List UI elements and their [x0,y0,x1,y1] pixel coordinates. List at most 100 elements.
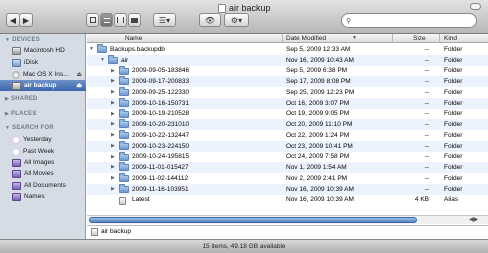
column-header-name[interactable]: Name [125,35,142,42]
cover-flow-button[interactable] [128,13,141,27]
disclosure-triangle-icon[interactable]: ▶ [111,164,115,170]
sidebar-item-yesterday[interactable]: Yesterday [0,134,86,145]
list-view-button[interactable] [100,13,113,27]
table-row[interactable]: ▼ Backups.backupdb Sep 5, 2009 12:33 AM -- F… [87,44,488,55]
section-label: DEVICES [12,37,40,43]
smart-folder-icon [12,169,21,178]
column-divider[interactable] [282,34,283,43]
search-field[interactable]: ⚲ [341,13,477,28]
disclosure-triangle-icon[interactable]: ▶ [111,89,115,95]
icon-view-button[interactable] [86,13,99,27]
file-kind: Folder [444,142,463,150]
file-kind: Folder [444,78,463,86]
scroll-arrows-icon[interactable]: ◀▶ [469,216,478,223]
disclosure-triangle-icon[interactable]: ▶ [111,78,115,84]
path-bar-item[interactable]: air backup [101,228,131,235]
disclosure-triangle-icon[interactable]: ▶ [111,111,115,117]
file-kind: Folder [444,174,463,182]
table-row[interactable]: ▶ 2009-10-20-231010 Oct 20, 2009 11:10 PM -… [87,119,488,130]
sidebar-section-places[interactable]: ▶ PLACES [5,111,37,117]
sidebar-section-devices[interactable]: ▼ DEVICES [5,37,40,43]
sidebar-item-air-backup[interactable]: air backup ⏏ [0,80,86,91]
column-header-date-modified[interactable]: Date Modified [286,35,326,42]
external-drive-icon [91,227,98,236]
column-header-size[interactable]: Size [413,35,426,42]
table-row[interactable]: ▶ 2009-10-16-150731 Oct 16, 2009 3:07 PM --… [87,97,488,109]
file-list: ▼ Backups.backupdb Sep 5, 2009 12:33 AM -- F… [87,44,488,207]
horizontal-scrollbar[interactable]: ◀▶ [87,215,488,224]
eject-icon[interactable]: ⏏ [76,71,82,78]
disclosure-triangle-icon[interactable]: ▶ [111,154,115,160]
disclosure-triangle-icon[interactable]: ▶ [111,100,115,106]
sidebar-item-all-images[interactable]: All Images [0,157,86,168]
table-row[interactable]: ▶ 2009-09-05-183846 Sep 5, 2009 6:38 PM -- F… [87,65,488,77]
smart-folder-icon [12,181,21,190]
section-label: SEARCH FOR [12,125,54,131]
folder-icon [119,130,129,139]
sidebar-item-idisk[interactable]: iDisk [0,57,86,68]
search-input[interactable] [354,17,465,24]
disclosure-triangle-icon[interactable]: ▶ [111,132,115,138]
folder-icon [119,87,129,96]
column-divider[interactable] [439,34,440,43]
file-name: 2009-10-22-132447 [132,131,190,139]
sidebar-item-mac-os-x-install[interactable]: Mac OS X Ins... ⏏ [0,69,86,80]
sidebar-item-names[interactable]: Names [0,191,86,202]
column-view-button[interactable] [114,13,127,27]
table-row[interactable]: ▶ 2009-09-25-122330 Sep 25, 2009 12:23 PM -… [87,87,488,98]
disclosure-triangle-icon[interactable]: ▶ [111,68,115,74]
table-row[interactable]: ▶ 2009-09-17-200833 Sep 17, 2009 8:08 PM --… [87,76,488,87]
action-button[interactable]: ⚙▾ [224,13,249,27]
file-size: -- [424,131,429,139]
back-button[interactable]: ◀ [6,13,20,27]
status-text: 15 items, 49.18 GB available [202,243,286,250]
table-row[interactable]: ▶ 2009-10-19-210528 Oct 19, 2009 9:05 PM --… [87,108,488,120]
disclosure-triangle-icon: ▼ [5,125,11,131]
window-title: air backup [218,3,271,13]
disclosure-triangle-icon[interactable]: ▶ [111,186,115,192]
arrange-button[interactable]: ☰▾ [153,13,176,27]
sidebar-item-label: Yesterday [23,136,52,143]
quick-look-button[interactable]: 👁 [199,13,221,27]
sidebar-item-label: Macintosh HD [24,47,65,54]
table-row[interactable]: ▶ 2009-10-22-132447 Oct 22, 2009 1:24 PM --… [87,130,488,141]
file-name: 2009-09-17-200833 [132,78,190,86]
sidebar-item-macintosh-hd[interactable]: Macintosh HD [0,45,86,56]
file-kind: Folder [444,121,463,129]
hard-drive-icon [12,46,21,55]
table-row[interactable]: ▶ 2009-10-23-224150 Oct 23, 2009 10:41 PM -… [87,140,488,152]
toolbar-toggle-button[interactable] [470,3,481,10]
file-size: -- [424,45,429,53]
file-kind: Folder [444,185,463,193]
table-row[interactable]: ▶ 2009-11-02-144112 Nov 2, 2009 2:41 PM -- F… [87,173,488,184]
file-size: -- [424,88,429,96]
sidebar-item-all-documents[interactable]: All Documents [0,180,86,191]
sidebar-item-past-week[interactable]: Past Week [0,146,86,157]
status-bar: 15 items, 49.18 GB available [0,239,488,253]
table-row[interactable]: ▼ air Nov 16, 2009 10:43 AM -- Folder [87,54,488,66]
table-row[interactable]: ▶ 2009-10-24-195815 Oct 24, 2009 7:58 PM --… [87,151,488,163]
eject-icon[interactable]: ⏏ [76,82,82,89]
folder-icon [97,44,107,53]
file-name: Backups.backupdb [110,45,165,53]
table-row[interactable]: ▶ 2009-11-01-015427 Nov 1, 2009 1:54 AM -- F… [87,162,488,173]
column-divider[interactable] [392,34,393,43]
forward-button[interactable]: ▶ [19,13,33,27]
disclosure-triangle-icon[interactable]: ▶ [111,143,115,149]
sidebar-section-search-for[interactable]: ▼ SEARCH FOR [5,125,54,131]
date-modified: Oct 19, 2009 9:05 PM [286,110,350,118]
disclosure-triangle-icon[interactable]: ▼ [89,46,94,52]
sidebar-item-all-movies[interactable]: All Movies [0,168,86,179]
table-row[interactable]: ▶ 2009-11-16-103951 Nov 16, 2009 10:39 AM -… [87,183,488,195]
date-modified: Sep 5, 2009 12:33 AM [286,45,351,53]
sidebar-section-shared[interactable]: ▶ SHARED [5,96,38,102]
scrollbar-thumb[interactable] [89,217,417,223]
clock-icon [12,135,20,144]
disclosure-triangle-icon[interactable]: ▶ [111,121,115,127]
path-bar: air backup [87,225,488,237]
file-size: -- [424,110,429,118]
disclosure-triangle-icon[interactable]: ▼ [100,57,105,63]
column-header-kind[interactable]: Kind [444,35,457,42]
table-row[interactable]: Latest Nov 16, 2009 10:39 AM 4 KB Alias [87,195,488,206]
disclosure-triangle-icon[interactable]: ▶ [111,175,115,181]
